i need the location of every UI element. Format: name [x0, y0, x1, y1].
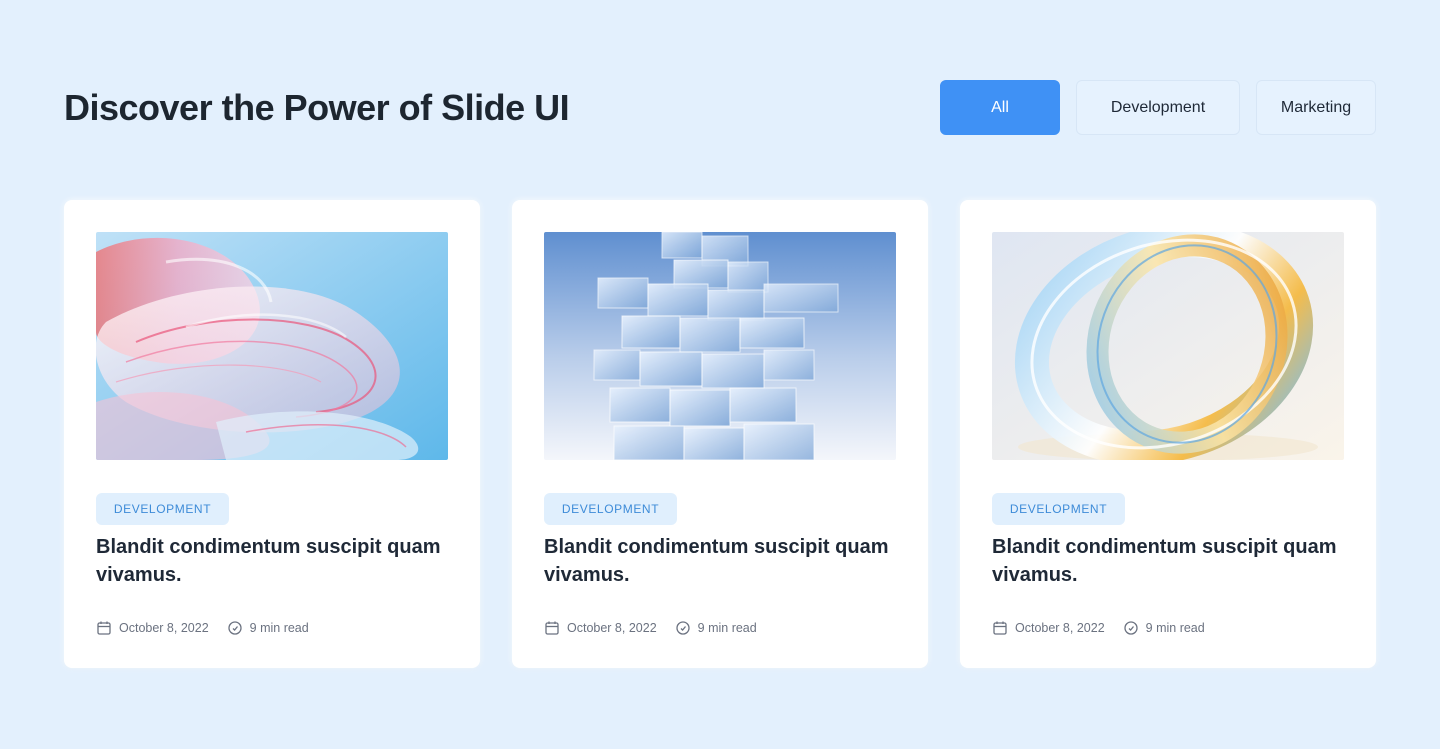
- post-card[interactable]: DEVELOPMENT Blandit condimentum suscipit…: [512, 200, 928, 668]
- post-image-glass-cubes[interactable]: [544, 232, 896, 460]
- post-image-glass-ring[interactable]: [992, 232, 1344, 460]
- filter-all-button[interactable]: All: [940, 80, 1060, 135]
- calendar-icon: [544, 620, 560, 636]
- post-date: October 8, 2022: [96, 620, 209, 636]
- post-meta: October 8, 2022 9 min read: [96, 620, 309, 636]
- post-date-text: October 8, 2022: [119, 621, 209, 635]
- post-title[interactable]: Blandit condimentum suscipit quam vivamu…: [544, 533, 904, 589]
- clock-icon: [227, 620, 243, 636]
- post-card[interactable]: DEVELOPMENT Blandit condimentum suscipit…: [64, 200, 480, 668]
- calendar-icon: [96, 620, 112, 636]
- post-read-time: 9 min read: [1123, 620, 1205, 636]
- category-tag[interactable]: DEVELOPMENT: [544, 493, 677, 525]
- calendar-icon: [992, 620, 1008, 636]
- post-title[interactable]: Blandit condimentum suscipit quam vivamu…: [992, 533, 1352, 589]
- clock-icon: [675, 620, 691, 636]
- post-read-time-text: 9 min read: [249, 621, 309, 635]
- post-read-time-text: 9 min read: [1145, 621, 1205, 635]
- card-grid: DEVELOPMENT Blandit condimentum suscipit…: [64, 200, 1376, 668]
- filter-tabs: All Development Marketing: [940, 80, 1376, 135]
- post-image-abstract-waves[interactable]: [96, 232, 448, 460]
- filter-marketing-button[interactable]: Marketing: [1256, 80, 1376, 135]
- post-meta: October 8, 2022 9 min read: [992, 620, 1205, 636]
- post-date: October 8, 2022: [992, 620, 1105, 636]
- category-tag[interactable]: DEVELOPMENT: [992, 493, 1125, 525]
- page-title: Discover the Power of Slide UI: [64, 87, 570, 128]
- filter-development-button[interactable]: Development: [1076, 80, 1240, 135]
- post-date-text: October 8, 2022: [567, 621, 657, 635]
- post-date: October 8, 2022: [544, 620, 657, 636]
- clock-icon: [1123, 620, 1139, 636]
- post-title[interactable]: Blandit condimentum suscipit quam vivamu…: [96, 533, 456, 589]
- post-meta: October 8, 2022 9 min read: [544, 620, 757, 636]
- post-card[interactable]: DEVELOPMENT Blandit condimentum suscipit…: [960, 200, 1376, 668]
- post-read-time: 9 min read: [227, 620, 309, 636]
- category-tag[interactable]: DEVELOPMENT: [96, 493, 229, 525]
- post-read-time: 9 min read: [675, 620, 757, 636]
- post-read-time-text: 9 min read: [697, 621, 757, 635]
- post-date-text: October 8, 2022: [1015, 621, 1105, 635]
